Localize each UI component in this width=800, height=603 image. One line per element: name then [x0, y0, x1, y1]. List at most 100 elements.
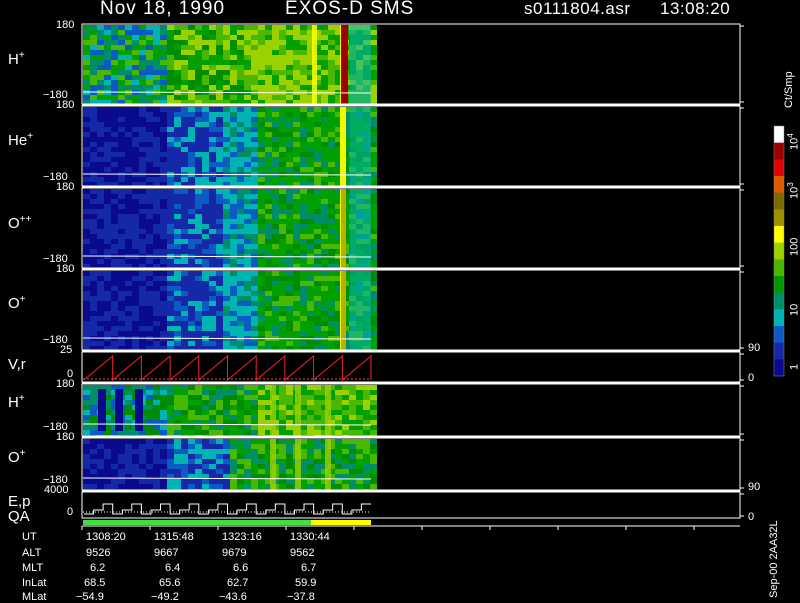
heatmap-cell: [216, 331, 223, 336]
heatmap-cell: [118, 40, 125, 45]
heatmap-cell: [216, 152, 223, 157]
heatmap-cell: [244, 276, 251, 281]
heatmap-cell: [258, 199, 265, 204]
heatmap-cell: [216, 112, 223, 117]
heatmap-cell: [90, 182, 97, 186]
heatmap-cell: [153, 107, 160, 112]
heatmap-cell: [202, 484, 209, 489]
heatmap-cell: [90, 400, 97, 405]
heatmap-cell: [230, 271, 237, 276]
heatmap-cell: [118, 449, 125, 454]
heatmap-cell: [370, 112, 377, 117]
heatmap-cell: [160, 425, 167, 430]
heatmap-panel-6: [82, 385, 377, 436]
heatmap-cell: [139, 147, 146, 152]
heatmap-cell: [104, 80, 111, 85]
heatmap-cell: [160, 286, 167, 291]
heatmap-cell: [251, 234, 258, 239]
heatmap-cell: [146, 199, 153, 204]
heatmap-cell: [349, 474, 356, 479]
heatmap-cell: [188, 484, 195, 489]
heatmap-cell: [90, 449, 97, 454]
heatmap-cell: [293, 95, 300, 100]
tick-p3-max: 180: [56, 181, 75, 193]
heatmap-cell: [363, 444, 370, 449]
heatmap-cell: [146, 162, 153, 167]
heatmap-cell: [230, 259, 237, 264]
heatmap-cell: [216, 234, 223, 239]
heatmap-cell: [300, 331, 307, 336]
heatmap-cell: [146, 167, 153, 172]
heatmap-cell: [216, 430, 223, 435]
heatmap-cell: [174, 385, 181, 390]
heatmap-cell: [279, 439, 286, 444]
heatmap-cell: [258, 189, 265, 194]
heatmap-cell: [188, 25, 195, 30]
heatmap-cell: [167, 75, 174, 80]
heatmap-cell: [111, 281, 118, 286]
heatmap-cell: [160, 395, 167, 400]
heatmap-cell: [125, 249, 132, 254]
heatmap-cell: [174, 182, 181, 186]
heatmap-cell: [216, 147, 223, 152]
heatmap-cell: [286, 95, 293, 100]
heatmap-cell: [195, 341, 202, 346]
heatmap-cell: [265, 271, 272, 276]
heatmap-cell: [160, 224, 167, 229]
heatmap-cell: [314, 439, 321, 444]
heatmap-cell: [370, 214, 377, 219]
heatmap-cell: [125, 306, 132, 311]
heatmap-cell: [370, 326, 377, 331]
heatmap-cell: [293, 157, 300, 162]
heatmap-cell: [174, 100, 181, 104]
heatmap-cell: [90, 30, 97, 35]
heatmap-cell: [272, 157, 279, 162]
heatmap-cell: [209, 454, 216, 459]
heatmap-cell: [118, 122, 125, 127]
heatmap-cell: [370, 117, 377, 122]
heatmap-cell: [258, 291, 265, 296]
heatmap-cell: [104, 439, 111, 444]
heatmap-cell: [286, 60, 293, 65]
heatmap-cell: [90, 479, 97, 484]
heatmap-cell: [202, 390, 209, 395]
heatmap-cell: [125, 189, 132, 194]
heatmap-cell: [244, 229, 251, 234]
heatmap-cell: [321, 276, 328, 281]
heatmap-cell: [202, 296, 209, 301]
heatmap-cell: [251, 132, 258, 137]
heatmap-cell: [272, 137, 279, 142]
heatmap-cell: [258, 469, 265, 474]
heatmap-cell: [314, 152, 321, 157]
heatmap-cell: [258, 321, 265, 326]
heatmap-cell: [300, 35, 307, 40]
heatmap-cell: [174, 229, 181, 234]
heatmap-cell: [363, 449, 370, 454]
heatmap-cell: [307, 286, 314, 291]
heatmap-cell: [300, 167, 307, 172]
heatmap-cell: [251, 276, 258, 281]
heatmap-cell: [300, 301, 307, 306]
colorbar-swatch: [774, 259, 784, 277]
heatmap-cell: [293, 60, 300, 65]
heatmap-cell: [265, 40, 272, 45]
heatmap-cell: [125, 331, 132, 336]
heatmap-cell: [188, 100, 195, 104]
heatmap-cell: [209, 45, 216, 50]
heatmap-cell: [104, 459, 111, 464]
heatmap-cell: [188, 30, 195, 35]
heatmap-cell: [223, 182, 230, 186]
heatmap-cell: [244, 152, 251, 157]
heatmap-cell: [314, 449, 321, 454]
heatmap-cell: [237, 60, 244, 65]
heatmap-cell: [209, 65, 216, 70]
heatmap-cell: [167, 291, 174, 296]
heatmap-cell: [286, 259, 293, 264]
heatmap-cell: [265, 70, 272, 75]
stripe-ygreen: [270, 439, 276, 490]
heatmap-cell: [153, 137, 160, 142]
heatmap-cell: [202, 219, 209, 224]
heatmap-cell: [272, 45, 279, 50]
heatmap-cell: [279, 395, 286, 400]
heatmap-cell: [118, 346, 125, 350]
